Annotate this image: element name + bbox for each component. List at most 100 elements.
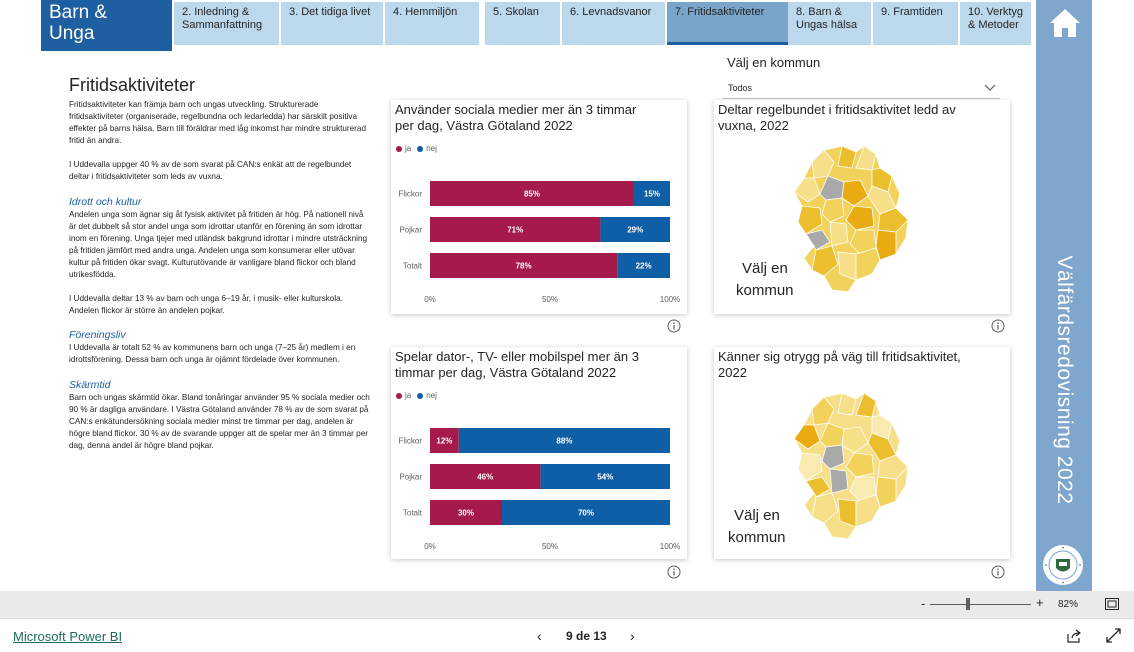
home-icon[interactable] bbox=[1048, 6, 1082, 40]
power-bi-link[interactable]: Microsoft Power BI bbox=[13, 629, 122, 644]
select-kommun-prompt: Välj en kommun bbox=[736, 258, 794, 302]
data-label: 88% bbox=[556, 437, 572, 446]
x-tick-label: 0% bbox=[424, 295, 436, 304]
map-title: Deltar regelbundet i fritidsaktivitet le… bbox=[718, 102, 956, 134]
fit-to-page-icon[interactable] bbox=[1105, 598, 1119, 610]
paragraph: Fritidsaktiviteter kan främja barn och u… bbox=[69, 100, 367, 146]
tab-label-2: Ungas hälsa bbox=[796, 19, 858, 31]
page-indicator: 9 de 13 bbox=[566, 629, 607, 643]
section-heading-skarmtid: Skärmtid bbox=[69, 378, 111, 391]
category-label: Flickor bbox=[398, 437, 422, 446]
data-label: 46% bbox=[477, 473, 493, 482]
tab-label: 3. Det tidiga livet bbox=[289, 6, 371, 18]
status-bar: - + 82% bbox=[0, 591, 1134, 618]
prompt-line-2: kommun bbox=[728, 529, 786, 546]
report-title: Välfärdsredovisning 2022 bbox=[1053, 255, 1076, 505]
zoom-slider-thumb[interactable] bbox=[966, 598, 971, 610]
prompt-line-1: Välj en bbox=[742, 260, 788, 277]
data-label: 70% bbox=[578, 509, 594, 518]
intro-text: Fritidsaktiviteter kan främja barn och u… bbox=[69, 99, 371, 464]
tab-label-2: Sammanfattning bbox=[182, 19, 263, 31]
map-title-line-2: 2022 bbox=[718, 365, 747, 380]
x-tick-label: 50% bbox=[542, 542, 558, 551]
data-label: 71% bbox=[507, 226, 523, 235]
x-tick-label: 100% bbox=[660, 542, 680, 551]
brand-line-2: Unga bbox=[49, 23, 95, 44]
category-label: Pojkar bbox=[399, 226, 422, 235]
tab-hemmiljon[interactable]: 4. Hemmiljön bbox=[385, 2, 480, 45]
page-title: Fritidsaktiviteter bbox=[69, 75, 196, 95]
paragraph: I Uddevalla är totalt 52 % av kommunens … bbox=[69, 343, 356, 365]
tab-inledning[interactable]: 2. Inledning & Sammanfattning bbox=[174, 2, 280, 45]
tab-label: 7. Fritidsaktiviteter bbox=[675, 6, 765, 18]
tab-det-tidiga-livet[interactable]: 3. Det tidiga livet bbox=[281, 2, 384, 45]
category-label: Totalt bbox=[403, 509, 423, 518]
tab-fritidsaktiviteter[interactable]: 7. Fritidsaktiviteter bbox=[667, 2, 790, 45]
tab-framtiden[interactable]: 9. Framtiden bbox=[873, 2, 959, 45]
map-title: Känner sig otrygg på väg till fritidsakt… bbox=[718, 349, 961, 381]
data-label: 85% bbox=[524, 190, 540, 199]
data-label: 78% bbox=[516, 262, 532, 271]
fullscreen-icon[interactable] bbox=[1106, 628, 1121, 643]
zoom-value: 82% bbox=[1058, 599, 1079, 610]
category-label: Pojkar bbox=[399, 473, 422, 482]
tab-skolan[interactable]: 5. Skolan bbox=[485, 2, 561, 45]
paragraph: Barn och ungas skärmtid ökar. Bland tonå… bbox=[69, 392, 370, 450]
tab-verktyg-metoder[interactable]: 10. Verktyg & Metoder bbox=[960, 2, 1032, 45]
zoom-in-button[interactable]: + bbox=[1036, 595, 1044, 610]
tab-label: 8. Barn & bbox=[796, 6, 842, 18]
previous-page-button[interactable]: ‹ bbox=[537, 628, 542, 644]
brand-logo[interactable]: Barn & Unga bbox=[41, 0, 172, 51]
chart-card-social-media: Använder sociala medier mer än 3 timmar … bbox=[391, 100, 687, 314]
info-icon[interactable] bbox=[991, 319, 1005, 333]
info-icon[interactable] bbox=[667, 565, 681, 579]
kommun-dropdown[interactable]: Todos bbox=[723, 78, 1000, 99]
map-title-line-1: Deltar regelbundet i fritidsaktivitet le… bbox=[718, 102, 956, 117]
tab-label: 6. Levnadsvanor bbox=[570, 6, 652, 18]
tab-label: 10. Verktyg bbox=[968, 6, 1024, 18]
tab-label: 5. Skolan bbox=[493, 6, 539, 18]
info-icon[interactable] bbox=[991, 565, 1005, 579]
tab-label-2: & Metoder bbox=[968, 19, 1019, 31]
select-kommun-prompt: Välj en kommun bbox=[728, 505, 786, 549]
kommun-label: Välj en kommun bbox=[727, 55, 821, 70]
kommun-selected-value: Todos bbox=[728, 83, 753, 93]
data-label: 12% bbox=[436, 437, 452, 446]
map-title-line-2: vuxna, 2022 bbox=[718, 118, 789, 133]
zoom-slider-track[interactable] bbox=[930, 604, 1031, 605]
map-card-ledd-aktivitet: Deltar regelbundet i fritidsaktivitet le… bbox=[714, 100, 1010, 314]
x-tick-label: 0% bbox=[424, 542, 436, 551]
tab-barn-ungas-halsa[interactable]: 8. Barn & Ungas hälsa bbox=[788, 2, 872, 45]
prompt-line-1: Välj en bbox=[734, 507, 780, 524]
prompt-line-2: kommun bbox=[736, 282, 794, 299]
municipality-map[interactable] bbox=[784, 142, 914, 310]
chevron-down-icon bbox=[984, 84, 996, 91]
zoom-out-button[interactable]: - bbox=[921, 596, 925, 611]
bottom-bar: Microsoft Power BI ‹ 9 de 13 › bbox=[0, 618, 1134, 652]
data-label: 15% bbox=[644, 190, 660, 199]
section-heading-idrott: Idrott och kultur bbox=[69, 195, 142, 208]
x-tick-label: 100% bbox=[660, 295, 680, 304]
map-title-line-1: Känner sig otrygg på väg till fritidsakt… bbox=[718, 349, 961, 364]
municipality-map[interactable] bbox=[784, 389, 914, 557]
next-page-button[interactable]: › bbox=[630, 628, 635, 644]
category-label: Flickor bbox=[398, 190, 422, 199]
info-icon[interactable] bbox=[667, 319, 681, 333]
paragraph: I Uddevalla uppger 40 % av de som svarat… bbox=[69, 160, 352, 182]
bar-chart-social-media: Flickor 85% 15% Pojkar 71% 29% Totalt 78% 22% 0% 5… bbox=[398, 181, 680, 304]
share-icon[interactable] bbox=[1066, 628, 1082, 644]
chart-card-gaming: Spelar dator-, TV- eller mobilspel mer ä… bbox=[391, 347, 687, 559]
report-page: Barn & Unga 2. Inledning & Sammanfattning… bbox=[0, 0, 1134, 652]
data-label: 30% bbox=[458, 509, 474, 518]
tab-levnadsvanor[interactable]: 6. Levnadsvanor bbox=[562, 2, 666, 45]
data-label: 54% bbox=[597, 473, 613, 482]
tab-label: 4. Hemmiljön bbox=[393, 6, 458, 18]
paragraph: Andelen unga som ägnar sig åt fysisk akt… bbox=[69, 209, 368, 280]
category-label: Totalt bbox=[403, 262, 423, 271]
section-heading-forening: Föreningsliv bbox=[69, 329, 126, 342]
data-label: 22% bbox=[636, 262, 652, 271]
bar-chart-gaming: Flickor 12% 88% Pojkar 46% 54% Totalt 30% 70% 0% 5… bbox=[398, 428, 680, 551]
paragraph: I Uddevalla deltar 13 % av barn och unga… bbox=[69, 294, 343, 316]
tab-label: 2. Inledning & bbox=[182, 6, 250, 18]
tab-label: 9. Framtiden bbox=[881, 6, 943, 18]
